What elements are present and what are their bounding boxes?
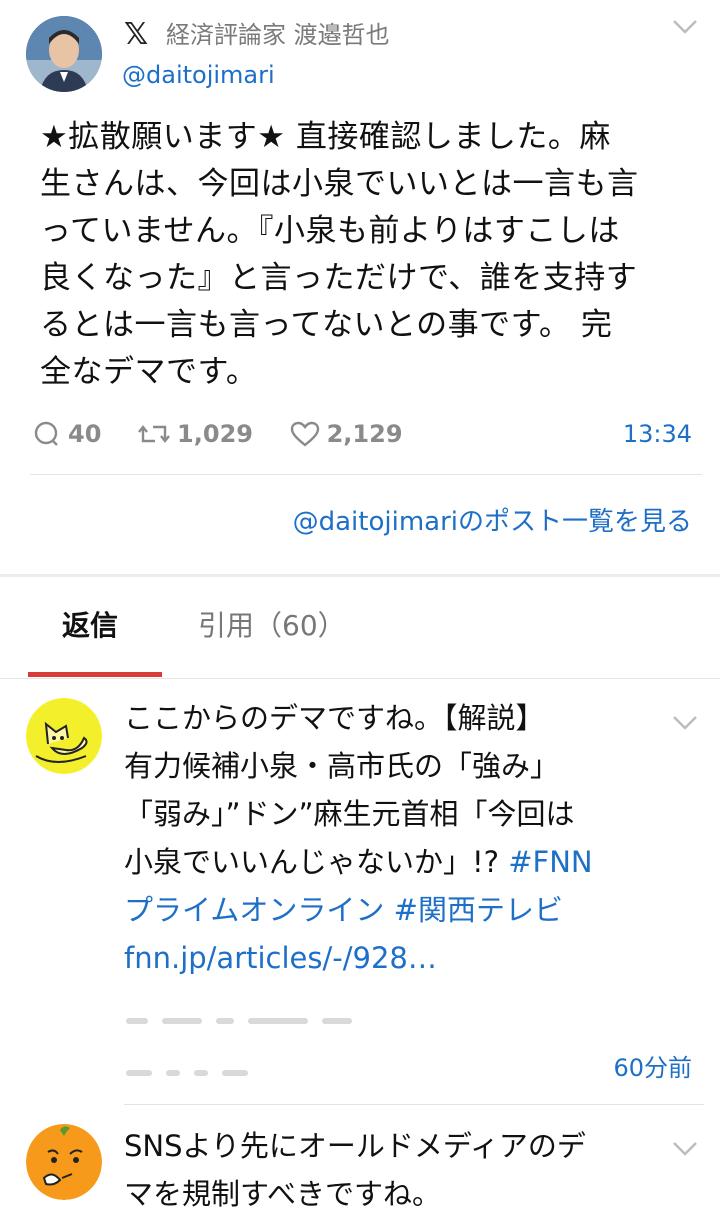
post-time[interactable]: 13:34	[623, 418, 692, 450]
repost-icon	[138, 425, 170, 443]
tab-replies[interactable]: 返信	[62, 606, 118, 646]
tab-quotes[interactable]: 引用（60）	[198, 606, 346, 646]
reply-avatar[interactable]	[26, 698, 102, 774]
reply-text: SNSより先にオールドメディアのデ マを規制すべきですね。	[124, 1122, 664, 1218]
reply-text-segment: 小泉でいいんじゃないか」!?	[124, 845, 509, 879]
chevron-down-icon[interactable]	[672, 14, 698, 40]
post-text: ★拡散願います★ 直接確認しました。麻 生さんは、今回は小泉でいいとは一言も言 …	[40, 114, 690, 396]
reply-avatar[interactable]	[26, 1124, 102, 1200]
reply-metric[interactable]: 40	[32, 418, 101, 450]
author-handle[interactable]: @daitojimari	[122, 60, 275, 90]
post-text-line: 良くなった』と言っただけで、誰を支持す	[40, 260, 638, 296]
author-name[interactable]: 経済評論家 渡邉哲也	[166, 20, 390, 50]
active-tab-indicator	[28, 672, 162, 677]
see-posts-link[interactable]: @daitojimariのポスト一覧を見る	[293, 502, 692, 542]
tabs-divider	[0, 678, 720, 679]
repost-count: 1,029	[177, 420, 253, 448]
reply-text-line: 「弱み」”ドン”麻生元首相「今回は	[124, 797, 575, 831]
like-icon	[290, 421, 319, 447]
section-separator	[0, 574, 720, 577]
reply-text: ここからのデマですね。【解説】 有力候補小泉・高市氏の「強み」 「弱み」”ドン”…	[124, 694, 664, 982]
post-text-line: ★拡散願います★ 直接確認しました。麻	[40, 119, 611, 155]
author-avatar[interactable]	[26, 16, 102, 92]
x-logo-icon: 𝕏	[124, 17, 149, 52]
hashtag-link[interactable]: #FNN	[508, 845, 592, 879]
reply-text-line: fnn.jp/articles/-/928…	[124, 934, 664, 982]
divider	[124, 1104, 704, 1105]
reply-url-link[interactable]: fnn.jp/articles/-/928…	[124, 941, 437, 975]
reply-text-line: ここからのデマですね。【解説】	[124, 701, 545, 735]
reply-text-line: 小泉でいいんじゃないか」!? #FNN	[124, 838, 664, 886]
reply-icon	[34, 421, 58, 446]
chevron-down-icon[interactable]	[672, 1136, 698, 1162]
post-text-line: っていません。『小泉も前よりはすこしは	[40, 213, 620, 249]
hashtag-link[interactable]: #関西テレビ	[394, 893, 563, 927]
reply-text-line: 有力候補小泉・高市氏の「強み」	[124, 749, 560, 783]
repost-metric[interactable]: 1,029	[137, 418, 253, 450]
reply-text-line: SNSより先にオールドメディアのデ	[124, 1129, 586, 1163]
reply-text-line: プライムオンライン #関西テレビ	[124, 886, 664, 934]
like-metric[interactable]: 2,129	[289, 418, 403, 450]
blurred-content	[126, 1010, 366, 1024]
like-count: 2,129	[326, 420, 403, 448]
hashtag-link[interactable]: プライムオンライン	[124, 893, 384, 927]
post-metrics: 40 1,029 2,129	[32, 418, 431, 450]
post-text-line: 生さんは、今回は小泉でいいとは一言も言	[40, 166, 639, 202]
post-text-line: 全なデマです。	[40, 354, 258, 390]
divider	[30, 474, 702, 475]
post-text-line: るとは一言も言ってないとの事です。 完	[40, 307, 613, 343]
reply-time[interactable]: 60分前	[613, 1052, 692, 1084]
blurred-content	[126, 1062, 262, 1076]
chevron-down-icon[interactable]	[672, 710, 698, 736]
reply-count: 40	[68, 420, 102, 448]
reply-text-line: マを規制すべきですね。	[124, 1177, 441, 1211]
